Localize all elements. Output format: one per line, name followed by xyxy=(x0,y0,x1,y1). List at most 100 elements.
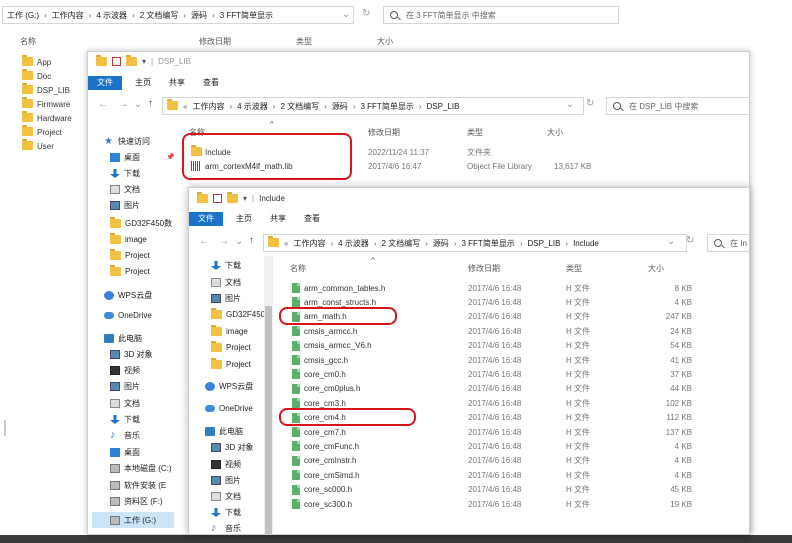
dropdown-icon[interactable]: ▾ xyxy=(243,194,247,203)
list-item[interactable]: Hardware xyxy=(22,111,92,125)
address-part[interactable]: 工作 (G:) xyxy=(7,10,39,21)
tab-share[interactable]: 共享 xyxy=(160,75,194,90)
nav-item-downloads[interactable]: 下载 xyxy=(110,414,140,425)
back-icon[interactable]: ← xyxy=(199,236,209,247)
scrollbar[interactable] xyxy=(4,420,6,436)
address-part[interactable]: 4 示波器 xyxy=(96,10,127,21)
tab-share[interactable]: 共享 xyxy=(261,211,295,226)
table-row[interactable]: core_cm3.h 2017/4/6 16:48 H 文件 102 KB xyxy=(189,396,749,410)
dropdown-icon[interactable]: ▾ xyxy=(142,57,146,66)
nav-item-3d-objects[interactable]: 3D 对象 xyxy=(110,349,152,360)
nav-item-music[interactable]: ♪ 音乐 xyxy=(110,430,140,441)
list-item[interactable]: DSP_LIB xyxy=(22,83,92,97)
refresh-icon[interactable]: ↻ xyxy=(362,8,370,19)
search-input[interactable]: 在 In xyxy=(707,234,749,252)
nav-item-folder[interactable]: GD32F450数 xyxy=(110,216,172,229)
table-row[interactable]: arm_const_structs.h 2017/4/6 16:48 H 文件 4 K… xyxy=(189,295,749,309)
chevron-down-icon[interactable]: ⌄ xyxy=(235,236,243,247)
table-row[interactable]: arm_math.h 2017/4/6 16:48 H 文件 247 KB xyxy=(189,310,749,324)
table-row[interactable]: cmsis_gcc.h 2017/4/6 16:48 H 文件 41 KB xyxy=(189,353,749,367)
table-row[interactable]: core_cmSimd.h 2017/4/6 16:48 H 文件 4 KB xyxy=(189,468,749,482)
column-header-date[interactable]: 修改日期 xyxy=(468,263,500,274)
nav-item-drive-e[interactable]: 软件安装 (E xyxy=(110,480,166,491)
address-part[interactable]: 3 FFT简单显示 xyxy=(461,238,514,249)
tab-home[interactable]: 主页 xyxy=(227,211,261,226)
column-header-name[interactable]: 名称 xyxy=(290,263,306,274)
properties-icon[interactable] xyxy=(112,57,121,66)
address-part[interactable]: 3 FFT简单显示 xyxy=(360,101,413,112)
table-row[interactable]: core_cmFunc.h 2017/4/6 16:48 H 文件 4 KB xyxy=(189,439,749,453)
tab-file[interactable]: 文件 xyxy=(88,75,122,90)
address-part[interactable]: 工作内容 xyxy=(52,10,84,21)
nav-item-drive-g[interactable]: 工作 (G:) xyxy=(92,512,174,528)
table-row[interactable]: core_cmInstr.h 2017/4/6 16:48 H 文件 4 KB xyxy=(189,454,749,468)
nav-item-pictures[interactable]: 图片 xyxy=(110,381,140,392)
column-header-date[interactable]: 修改日期 xyxy=(199,36,231,47)
address-bar[interactable]: 工作 (G:) › 工作内容 › 4 示波器 › 2 文档编写 › 源码 › 3 FFT简… xyxy=(2,6,354,24)
chevron-down-icon[interactable]: ⌄ xyxy=(134,99,142,110)
address-part[interactable]: 4 示波器 xyxy=(338,238,369,249)
address-part[interactable]: DSP_LIB xyxy=(528,239,561,248)
address-part[interactable]: 源码 xyxy=(332,101,348,112)
column-header-size[interactable]: 大小 xyxy=(547,127,563,138)
address-part[interactable]: 2 文档编写 xyxy=(140,10,179,21)
address-part[interactable]: Include xyxy=(573,239,599,248)
table-row[interactable]: core_cm0plus.h 2017/4/6 16:48 H 文件 44 KB xyxy=(189,382,749,396)
nav-item-folder[interactable]: image xyxy=(110,232,147,244)
column-header-size[interactable]: 大小 xyxy=(377,36,393,47)
list-item[interactable]: Project xyxy=(22,125,92,139)
new-folder-icon[interactable] xyxy=(126,54,137,66)
address-part[interactable]: 4 示波器 xyxy=(237,101,268,112)
table-row[interactable]: arm_common_tables.h 2017/4/6 16:48 H 文件 8 K… xyxy=(189,281,749,295)
chevron-down-icon[interactable]: ⌄ xyxy=(342,9,350,20)
address-part[interactable]: 2 文档编写 xyxy=(381,238,420,249)
chevron-down-icon[interactable]: ⌄ xyxy=(566,99,574,110)
up-icon[interactable]: ↑ xyxy=(249,235,254,246)
nav-item-wps-cloud[interactable]: WPS云盘 xyxy=(104,290,152,301)
nav-item-onedrive[interactable]: OneDrive xyxy=(104,311,152,320)
nav-item-videos[interactable]: 视频 xyxy=(110,365,140,376)
table-row[interactable]: cmsis_armcc_V6.h 2017/4/6 16:48 H 文件 54 KB xyxy=(189,339,749,353)
table-row[interactable]: core_cm0.h 2017/4/6 16:48 H 文件 37 KB xyxy=(189,367,749,381)
list-item[interactable]: App xyxy=(22,55,92,69)
nav-item-folder[interactable]: Project xyxy=(110,248,150,260)
address-part[interactable]: DSP_LIB xyxy=(427,102,460,111)
nav-item-folder[interactable]: Project xyxy=(110,264,150,276)
nav-item-pictures[interactable]: 图片 xyxy=(110,200,140,211)
nav-item-documents[interactable]: 文档 xyxy=(110,184,140,195)
column-header-type[interactable]: 类型 xyxy=(296,36,312,47)
address-bar[interactable]: « 工作内容 › 4 示波器 › 2 文档编写 › 源码 › 3 FFT简单显示 › DS… xyxy=(263,234,687,252)
column-header-type[interactable]: 类型 xyxy=(566,263,582,274)
nav-item-downloads[interactable]: 下载 xyxy=(211,260,241,271)
up-icon[interactable]: ↑ xyxy=(148,98,153,109)
search-input[interactable]: 在 DSP_LIB 中搜索 xyxy=(606,97,749,115)
list-item[interactable]: Firmware xyxy=(22,97,92,111)
chevron-down-icon[interactable]: ⌄ xyxy=(667,236,675,247)
list-item[interactable]: User xyxy=(22,139,92,153)
column-header-name[interactable]: 名称 xyxy=(20,36,36,47)
address-part[interactable]: 2 文档编写 xyxy=(280,101,319,112)
nav-item-documents[interactable]: 文档 xyxy=(110,398,140,409)
table-row[interactable]: cmsis_armcc.h 2017/4/6 16:48 H 文件 24 KB xyxy=(189,324,749,338)
new-folder-icon[interactable] xyxy=(227,191,238,203)
table-row[interactable]: core_sc300.h 2017/4/6 16:48 H 文件 19 KB xyxy=(189,497,749,511)
address-bar[interactable]: « 工作内容 › 4 示波器 › 2 文档编写 › 源码 › 3 FFT简单显示 › DS… xyxy=(162,97,584,115)
nav-item-this-pc[interactable]: 此电脑 xyxy=(104,333,142,344)
column-header-size[interactable]: 大小 xyxy=(648,263,664,274)
tab-file[interactable]: 文件 xyxy=(189,211,223,226)
list-item[interactable]: Doc xyxy=(22,69,92,83)
nav-item-desktop[interactable]: 桌面 xyxy=(110,447,140,458)
refresh-icon[interactable]: ↻ xyxy=(586,98,594,109)
refresh-icon[interactable]: ↻ xyxy=(686,235,694,246)
column-header-type[interactable]: 类型 xyxy=(467,127,483,138)
column-header-date[interactable]: 修改日期 xyxy=(368,127,400,138)
forward-icon[interactable]: → xyxy=(219,236,229,247)
table-row[interactable]: core_sc000.h 2017/4/6 16:48 H 文件 45 KB xyxy=(189,483,749,497)
tab-view[interactable]: 查看 xyxy=(295,211,329,226)
address-part[interactable]: 源码 xyxy=(191,10,207,21)
nav-item-drive-f[interactable]: 资料区 (F:) xyxy=(110,496,163,507)
properties-icon[interactable] xyxy=(213,194,222,203)
address-part[interactable]: 3 FFT简单显示 xyxy=(220,10,273,21)
nav-item-music[interactable]: ♪ 音乐 xyxy=(211,523,241,534)
address-part[interactable]: 工作内容 xyxy=(192,101,224,112)
